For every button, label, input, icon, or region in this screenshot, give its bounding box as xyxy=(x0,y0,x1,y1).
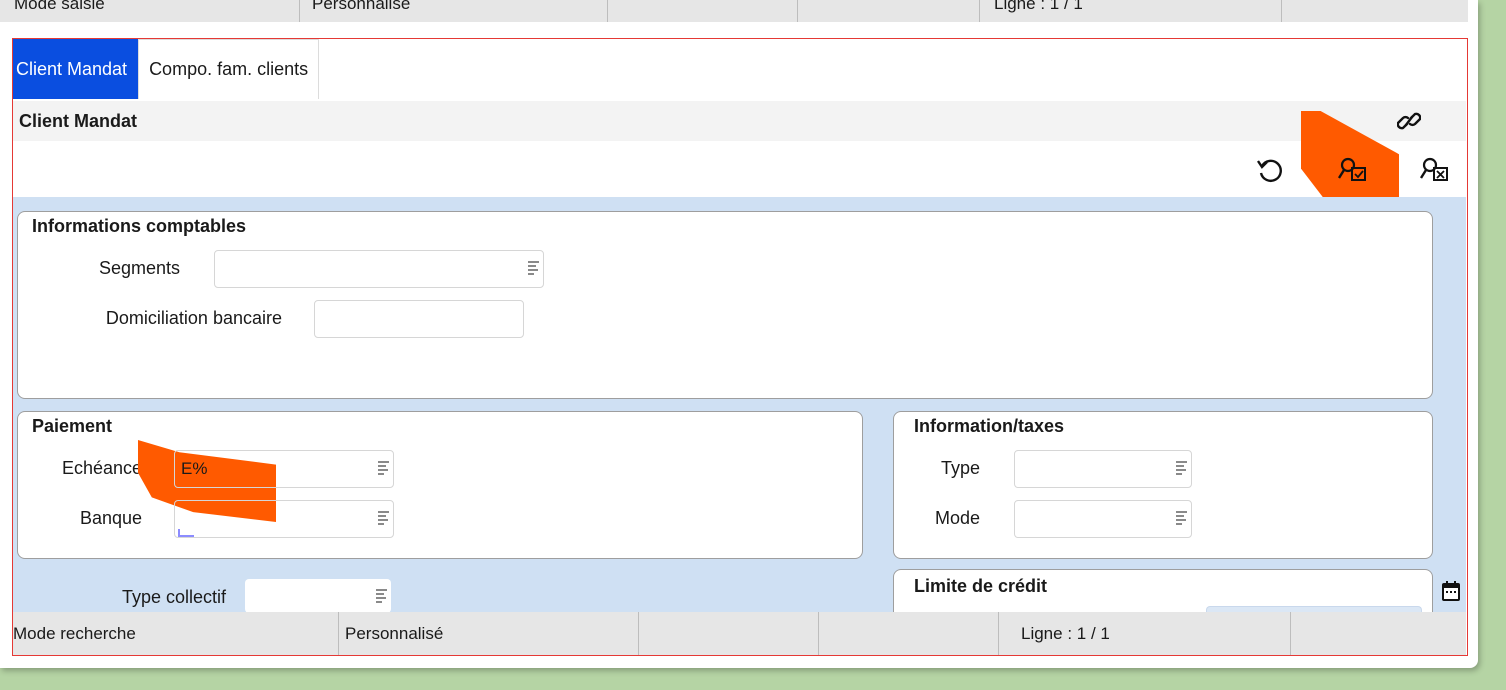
type-field[interactable] xyxy=(1014,450,1192,488)
mode-label: Mode xyxy=(934,508,980,528)
type-label: Type xyxy=(940,458,980,478)
status-cell-empty-2 xyxy=(798,0,980,22)
form-area: Informations comptables Segments Domicil… xyxy=(13,197,1466,629)
lookup-list-icon[interactable] xyxy=(1176,511,1187,527)
lookup-list-icon[interactable] xyxy=(376,589,387,605)
group-informations-comptables: Informations comptables Segments Domicil… xyxy=(17,211,1433,399)
lookup-list-icon[interactable] xyxy=(378,461,389,477)
form-panel: Client Mandat Compo. fam. clients Client… xyxy=(12,38,1468,656)
tab-compo-fam-clients[interactable]: Compo. fam. clients xyxy=(138,39,320,99)
toolbar xyxy=(13,111,1466,207)
type-collectif-label: Type collectif xyxy=(121,587,226,607)
lookup-list-icon[interactable] xyxy=(1176,461,1187,477)
lookup-list-icon[interactable] xyxy=(528,261,539,277)
mode-field[interactable] xyxy=(1014,500,1192,538)
banque-label: Banque xyxy=(79,508,142,528)
tab-client-mandat[interactable]: Client Mandat xyxy=(13,39,139,99)
segments-label: Segments xyxy=(98,258,180,278)
status-cell-mode: Mode recherche xyxy=(13,612,339,655)
group-title-informations-comptables: Informations comptables xyxy=(32,216,247,236)
section-title: Client Mandat xyxy=(19,110,138,131)
search-validate-icon[interactable] xyxy=(1335,153,1371,187)
segments-field[interactable] xyxy=(214,250,544,288)
banque-field[interactable] xyxy=(174,500,394,538)
echeance-field[interactable]: E% xyxy=(174,450,394,488)
status-cell-empty-1 xyxy=(639,612,819,655)
group-information-taxes: Information/taxes Type Mode xyxy=(893,411,1433,559)
type-collectif-field[interactable] xyxy=(245,579,391,613)
status-bar-top: Mode saisie Personnalisé Ligne : 1 / 1 xyxy=(0,0,1468,22)
text-cursor-icon xyxy=(178,529,194,537)
calendar-icon[interactable] xyxy=(1439,579,1463,603)
tab-strip: Client Mandat Compo. fam. clients xyxy=(13,39,320,101)
status-cell-line: Ligne : 1 / 1 xyxy=(999,612,1291,655)
search-cancel-icon[interactable] xyxy=(1417,153,1453,187)
status-cell-profile: Personnalisé xyxy=(300,0,608,22)
lookup-list-icon[interactable] xyxy=(378,511,389,527)
refresh-icon[interactable] xyxy=(1253,153,1287,187)
group-title-information-taxes: Information/taxes xyxy=(914,416,1065,436)
group-title-limite-credit: Limite de crédit xyxy=(914,576,1048,596)
status-cell-line: Ligne : 1 / 1 xyxy=(980,0,1282,22)
echeance-label: Echéance xyxy=(61,458,142,478)
status-cell-empty-3 xyxy=(1291,612,1466,655)
group-title-paiement: Paiement xyxy=(32,416,113,436)
status-cell-empty-1 xyxy=(608,0,798,22)
group-paiement: Paiement Echéance E% Banque xyxy=(17,411,863,559)
status-cell-empty-3 xyxy=(1282,0,1468,22)
link-icon[interactable] xyxy=(1395,107,1423,135)
status-bar-bottom: Mode recherche Personnalisé Ligne : 1 / … xyxy=(13,612,1466,655)
domiciliation-field[interactable] xyxy=(314,300,524,338)
section-header: Client Mandat xyxy=(13,101,1466,141)
status-cell-profile: Personnalisé xyxy=(339,612,639,655)
status-cell-mode: Mode saisie xyxy=(0,0,300,22)
domiciliation-label: Domiciliation bancaire xyxy=(105,308,282,328)
echeance-value: E% xyxy=(181,459,208,478)
status-cell-empty-2 xyxy=(819,612,999,655)
